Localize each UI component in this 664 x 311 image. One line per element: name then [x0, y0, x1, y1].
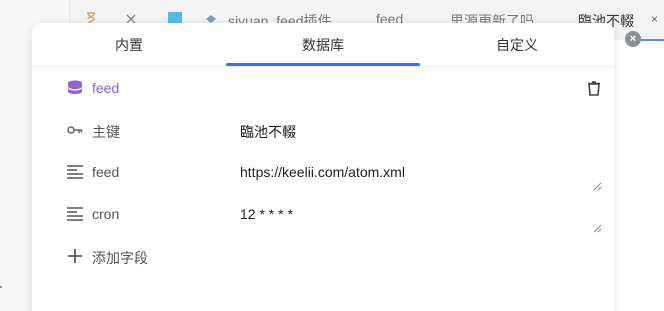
add-field-label: 添加字段 — [92, 250, 148, 266]
field-label-primary-key: 主键 — [92, 124, 120, 140]
field-row-primary-key: 主键 臨池不輟 — [66, 113, 606, 147]
tab-database[interactable]: 数据库 — [226, 23, 420, 67]
bg-tab-close-icon[interactable]: × — [651, 12, 658, 26]
active-tab-indicator — [226, 63, 420, 66]
field-label-feed: feed — [92, 164, 120, 180]
tab-builtin[interactable]: 内置 — [32, 23, 226, 67]
feed-url-input[interactable]: https://keelii.com/atom.xml — [238, 155, 640, 197]
field-row-cron: cron 12 * * * * — [66, 197, 640, 239]
add-field-button[interactable]: 添加字段 — [66, 239, 606, 273]
tab-custom[interactable]: 自定义 — [420, 23, 614, 67]
key-icon — [67, 126, 83, 134]
database-row[interactable]: feed — [66, 71, 606, 105]
trash-icon[interactable] — [585, 79, 603, 97]
text-lines-icon — [67, 207, 83, 221]
editor-gutter-mark — [0, 286, 2, 288]
field-label-cron: cron — [92, 206, 120, 222]
field-row-feed: feed https://keelii.com/atom.xml — [66, 155, 640, 197]
database-name: feed — [92, 80, 120, 96]
dialog-tab-bar: 内置 数据库 自定义 — [32, 23, 614, 67]
primary-key-value[interactable]: 臨池不輟 — [240, 122, 296, 142]
resize-handle-icon[interactable] — [592, 181, 602, 191]
cron-input[interactable]: 12 * * * * — [238, 197, 640, 239]
database-icon — [68, 80, 82, 95]
text-lines-icon — [67, 165, 83, 179]
database-settings-dialog: 内置 数据库 自定义 feed 主键 臨池不輟 feed https://kee… — [32, 23, 640, 311]
close-dialog-icon[interactable]: × — [625, 31, 641, 47]
plus-icon — [68, 249, 82, 263]
resize-handle-icon[interactable] — [592, 223, 602, 233]
